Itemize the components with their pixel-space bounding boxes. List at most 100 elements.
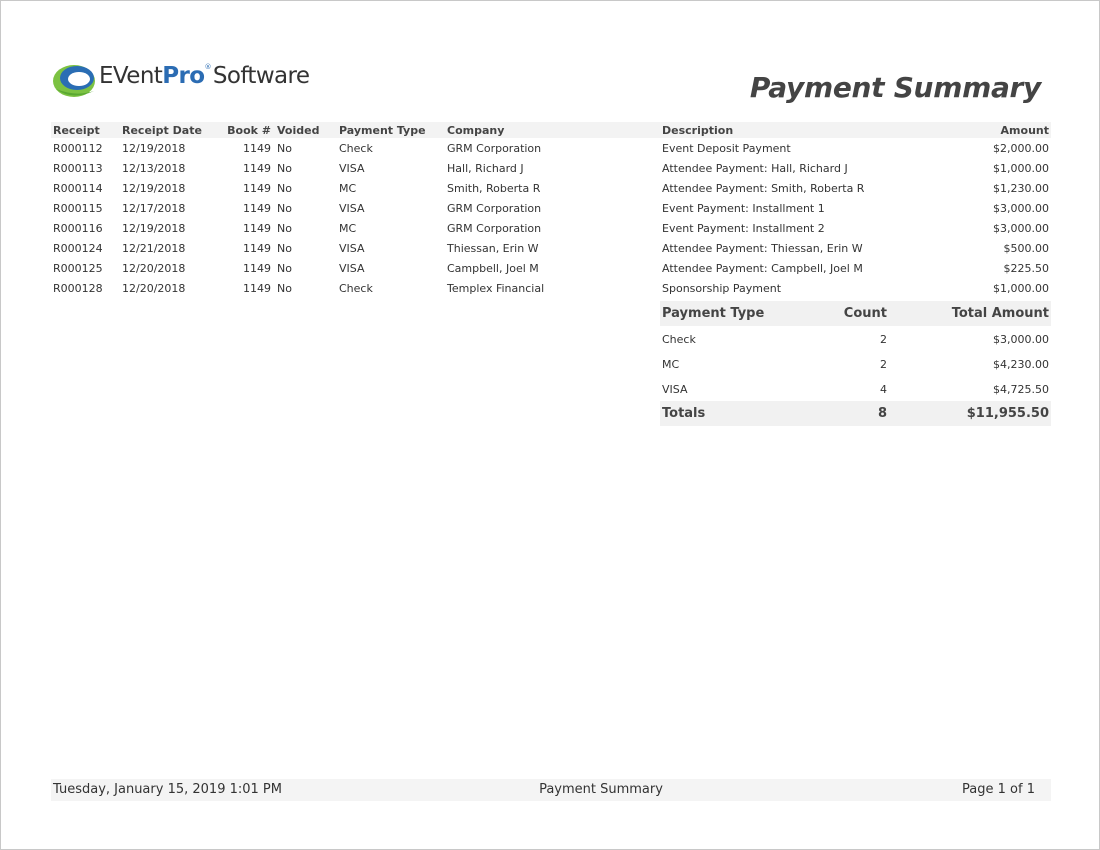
cell-amount: $1,000.00 bbox=[993, 282, 1049, 295]
header-receipt-date: Receipt Date bbox=[122, 124, 202, 137]
cell-description: Event Payment: Installment 1 bbox=[662, 202, 825, 215]
cell-receipt: R000128 bbox=[53, 282, 103, 295]
footer-page-number: Page 1 of 1 bbox=[962, 782, 1035, 797]
cell-company: Thiessan, Erin W bbox=[447, 242, 539, 255]
cell-voided: No bbox=[277, 282, 292, 295]
summary-cell-total-amount: $4,725.50 bbox=[993, 383, 1049, 396]
cell-amount: $225.50 bbox=[1003, 262, 1050, 275]
footer-datetime: Tuesday, January 15, 2019 1:01 PM bbox=[53, 782, 282, 797]
summary-cell-count: 4 bbox=[880, 383, 887, 396]
cell-receipt: R000116 bbox=[53, 222, 103, 235]
cell-description: Event Deposit Payment bbox=[662, 142, 791, 155]
cell-company: GRM Corporation bbox=[447, 202, 542, 215]
cell-company: GRM Corporation bbox=[447, 222, 542, 235]
cell-receipt-date: 12/13/2018 bbox=[122, 162, 186, 175]
cell-description: Attendee Payment: Hall, Richard J bbox=[662, 162, 848, 175]
cell-payment-type: VISA bbox=[339, 242, 365, 255]
header-description: Description bbox=[662, 124, 734, 137]
cell-description: Attendee Payment: Campbell, Joel M bbox=[662, 262, 863, 275]
cell-book-number: 1149 bbox=[243, 222, 271, 235]
summary-header-count: Count bbox=[843, 306, 887, 321]
cell-receipt-date: 12/19/2018 bbox=[122, 142, 186, 155]
header-payment-type: Payment Type bbox=[339, 124, 426, 137]
summary-totals-amount: $11,955.50 bbox=[966, 406, 1049, 421]
cell-payment-type: VISA bbox=[339, 202, 365, 215]
summary-header-payment-type: Payment Type bbox=[662, 306, 765, 321]
logo-wordmark: EVentPro®Software bbox=[99, 63, 310, 89]
cell-book-number: 1149 bbox=[243, 182, 271, 195]
eventpro-logo: EVentPro®Software bbox=[52, 61, 312, 103]
cell-receipt-date: 12/19/2018 bbox=[122, 182, 186, 195]
summary-cell-count: 2 bbox=[880, 333, 887, 346]
cell-amount: $3,000.00 bbox=[993, 222, 1049, 235]
summary-cell-payment-type: Check bbox=[662, 333, 696, 346]
eventpro-swirl-icon bbox=[53, 65, 95, 97]
header-amount: Amount bbox=[1000, 124, 1049, 137]
cell-receipt-date: 12/19/2018 bbox=[122, 222, 186, 235]
cell-book-number: 1149 bbox=[243, 202, 271, 215]
summary-totals-label: Totals bbox=[662, 406, 706, 421]
cell-company: Campbell, Joel M bbox=[447, 262, 539, 275]
cell-book-number: 1149 bbox=[243, 142, 271, 155]
cell-amount: $1,230.00 bbox=[993, 182, 1049, 195]
cell-payment-type: MC bbox=[339, 222, 357, 235]
summary-cell-total-amount: $4,230.00 bbox=[993, 358, 1049, 371]
cell-receipt-date: 12/20/2018 bbox=[122, 262, 186, 275]
cell-company: Templex Financial bbox=[447, 282, 545, 295]
cell-book-number: 1149 bbox=[243, 162, 271, 175]
cell-payment-type: Check bbox=[339, 282, 373, 295]
cell-receipt: R000125 bbox=[53, 262, 103, 275]
logo-brand-pro: Pro bbox=[162, 63, 205, 89]
cell-book-number: 1149 bbox=[243, 242, 271, 255]
cell-payment-type: MC bbox=[339, 182, 357, 195]
logo-registered-mark: ® bbox=[204, 63, 211, 71]
cell-voided: No bbox=[277, 162, 292, 175]
header-book-number: Book # bbox=[227, 124, 271, 137]
summary-header-total-amount: Total Amount bbox=[951, 306, 1049, 321]
report-title: Payment Summary bbox=[749, 71, 1041, 104]
cell-voided: No bbox=[277, 142, 292, 155]
cell-description: Attendee Payment: Thiessan, Erin W bbox=[662, 242, 863, 255]
cell-receipt-date: 12/21/2018 bbox=[122, 242, 186, 255]
cell-payment-type: VISA bbox=[339, 262, 365, 275]
cell-receipt: R000114 bbox=[53, 182, 103, 195]
cell-voided: No bbox=[277, 262, 292, 275]
cell-amount: $3,000.00 bbox=[993, 202, 1049, 215]
cell-receipt-date: 12/20/2018 bbox=[122, 282, 186, 295]
logo-brand-post: Software bbox=[212, 63, 310, 89]
report-page: EVentPro®Software Payment Summary Receip… bbox=[0, 0, 1100, 850]
summary-cell-count: 2 bbox=[880, 358, 887, 371]
cell-description: Attendee Payment: Smith, Roberta R bbox=[662, 182, 865, 195]
cell-payment-type: VISA bbox=[339, 162, 365, 175]
summary-totals-count: 8 bbox=[877, 406, 887, 421]
summary-cell-payment-type: MC bbox=[662, 358, 680, 371]
cell-company: GRM Corporation bbox=[447, 142, 542, 155]
cell-receipt: R000115 bbox=[53, 202, 103, 215]
summary-cell-payment-type: VISA bbox=[662, 383, 688, 396]
logo-brand-pre: EVent bbox=[99, 63, 163, 89]
summary-cell-total-amount: $3,000.00 bbox=[993, 333, 1049, 346]
cell-book-number: 1149 bbox=[243, 282, 271, 295]
report-footer: Tuesday, January 15, 2019 1:01 PM Paymen… bbox=[51, 779, 1051, 801]
cell-company: Smith, Roberta R bbox=[447, 182, 541, 195]
header-receipt: Receipt bbox=[53, 124, 100, 137]
cell-receipt: R000113 bbox=[53, 162, 103, 175]
cell-description: Event Payment: Installment 2 bbox=[662, 222, 825, 235]
cell-book-number: 1149 bbox=[243, 262, 271, 275]
cell-voided: No bbox=[277, 222, 292, 235]
cell-payment-type: Check bbox=[339, 142, 373, 155]
header-company: Company bbox=[447, 124, 505, 137]
cell-amount: $1,000.00 bbox=[993, 162, 1049, 175]
cell-receipt: R000112 bbox=[53, 142, 103, 155]
cell-amount: $2,000.00 bbox=[993, 142, 1049, 155]
cell-company: Hall, Richard J bbox=[447, 162, 524, 175]
cell-description: Sponsorship Payment bbox=[662, 282, 782, 295]
cell-receipt-date: 12/17/2018 bbox=[122, 202, 186, 215]
cell-receipt: R000124 bbox=[53, 242, 103, 255]
header-voided: Voided bbox=[277, 124, 320, 137]
cell-voided: No bbox=[277, 182, 292, 195]
footer-title: Payment Summary bbox=[539, 782, 663, 797]
cell-amount: $500.00 bbox=[1003, 242, 1050, 255]
cell-voided: No bbox=[277, 202, 292, 215]
cell-voided: No bbox=[277, 242, 292, 255]
